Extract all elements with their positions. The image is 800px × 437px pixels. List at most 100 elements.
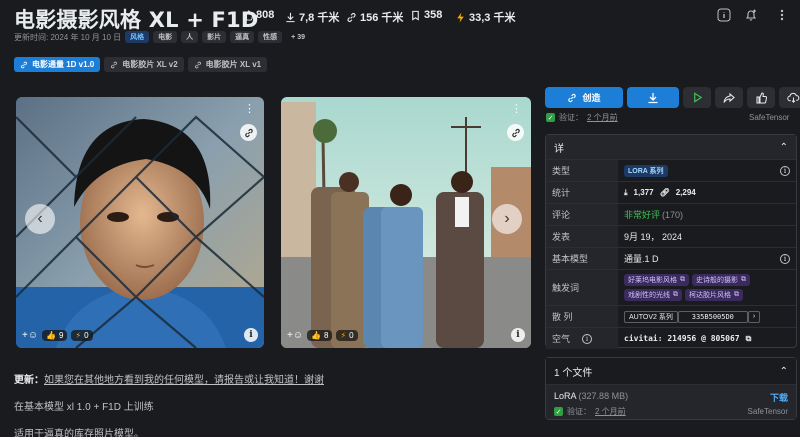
likes-stat[interactable]: 808	[242, 9, 274, 21]
link-icon	[511, 128, 520, 137]
copy-icon[interactable]: ⧉	[746, 334, 752, 344]
file-verified-label: 验证：	[567, 407, 591, 416]
bolt-icon	[457, 11, 464, 23]
reviews-value[interactable]: 非常好评	[624, 208, 660, 221]
chevron-right-icon[interactable]: ›	[747, 310, 761, 323]
stats-links: 2,294	[675, 188, 696, 197]
like-reaction[interactable]: 👍 8	[307, 330, 333, 341]
file-verified-time[interactable]: 2 个月前	[595, 406, 626, 417]
stats-label: 统计	[546, 182, 618, 203]
info-icon[interactable]: i	[582, 333, 593, 344]
card-link-button[interactable]	[507, 124, 524, 141]
downloads-stat[interactable]: 7,8 千米	[285, 9, 339, 25]
links-count: 156 千米	[360, 12, 404, 24]
add-reaction-icon[interactable]: +☺	[287, 330, 303, 341]
info-button[interactable]	[714, 5, 734, 25]
tag-chip[interactable]: 风格	[125, 31, 150, 43]
like-count: 8	[324, 331, 329, 340]
notify-button[interactable]	[741, 5, 761, 25]
card-info-button[interactable]: i	[511, 328, 525, 342]
create-label: 创造	[582, 93, 601, 103]
tag-chip[interactable]: 性感	[258, 31, 283, 43]
card-link-button[interactable]	[240, 124, 257, 141]
file-size: (327.88 MB)	[578, 391, 629, 401]
type-badge: LORA 系列	[624, 164, 668, 177]
download-button[interactable]	[627, 87, 679, 108]
meta-row: 更新时间: 2024 年 10 月 10 日 风格 电影 人 影片 逼真 性感 …	[14, 31, 310, 43]
link-icon	[111, 61, 118, 68]
link-icon	[194, 61, 201, 68]
copy-icon: ⧉	[741, 276, 746, 283]
bookmarks-count: 358	[424, 9, 443, 21]
trigger-chip[interactable]: 戏剧性的光线 ⧉	[624, 289, 682, 301]
card-info-button[interactable]: i	[244, 328, 258, 342]
detail-row-hash: 散 列 AUTOV2 系列 335B5005D0 ›	[546, 305, 796, 327]
thumbs-up-icon	[756, 91, 767, 103]
cloud-save-button[interactable]	[779, 87, 800, 108]
more-tags-chip[interactable]: + 39	[286, 33, 310, 42]
tag-chip[interactable]: 人	[181, 31, 199, 43]
more-menu-button[interactable]	[772, 5, 792, 25]
trigger-chip[interactable]: 柯达胶片风格 ⧉	[685, 289, 743, 301]
link-icon	[21, 61, 27, 68]
detail-row-stats: 统计 ⤓ 1,377 🔗︎ 2,294	[546, 181, 796, 203]
create-button[interactable]: 创造	[545, 87, 623, 108]
bookmarks-stat[interactable]: 358	[410, 9, 442, 21]
reviews-label: 评论	[546, 204, 618, 225]
file-download-link[interactable]: 下载	[770, 391, 788, 404]
share-button[interactable]	[715, 87, 743, 108]
info-icon[interactable]: i	[780, 253, 790, 264]
trigger-chip[interactable]: 史诗般的摄影 ⧉	[692, 274, 750, 286]
safetensor-label: SafeTensor	[749, 113, 790, 122]
hash-type-select[interactable]: AUTOV2 系列	[624, 310, 678, 323]
buzz-stat[interactable]: 33,3 千米	[455, 9, 515, 25]
gallery-next-button[interactable]: ›	[492, 204, 522, 234]
card-menu-button[interactable]: ⋮	[244, 104, 255, 115]
add-reaction-icon[interactable]: +☺	[22, 330, 38, 341]
card-reactions: +☺ 👍 9 ⚡ 0	[22, 330, 93, 341]
version-tab-xl-v2[interactable]: 电影胶片 XL v2	[104, 57, 184, 72]
buzz-count: 0	[349, 331, 354, 340]
detail-row-reviews: 评论 非常好评 (170)	[546, 203, 796, 225]
action-row: 创造	[545, 87, 800, 108]
tag-chip[interactable]: 逼真	[230, 31, 255, 43]
like-reaction[interactable]: 👍 9	[42, 330, 68, 341]
links-stat[interactable]: 156 千米	[346, 9, 403, 25]
air-label: 空气	[552, 334, 571, 344]
likes-count: 808	[256, 9, 275, 21]
tag-chip[interactable]: 电影	[153, 31, 178, 43]
hash-value[interactable]: 335B5005D0	[677, 310, 748, 323]
version-tab-xl-v1[interactable]: 电影胶片 XL v1	[187, 57, 268, 72]
play-button[interactable]	[683, 87, 711, 108]
details-header[interactable]: 详 ⌃	[546, 135, 796, 159]
like-button[interactable]	[747, 87, 775, 108]
base-model-value: 通量.1 D	[624, 254, 659, 264]
buzz-reaction[interactable]: ⚡ 0	[71, 330, 93, 341]
file-row: LoRA (327.88 MB) 下载 ✓ 验证： 2 个月前 SafeTens…	[546, 384, 796, 419]
download-icon	[648, 92, 658, 103]
detail-row-air: 空气 i civitai: 214956 @ 805067 ⧉	[546, 327, 796, 349]
verified-time[interactable]: 2 个月前	[587, 112, 618, 123]
copy-icon: ⧉	[734, 291, 739, 298]
stats-downloads: 1,377	[633, 188, 654, 197]
info-icon[interactable]: i	[780, 165, 790, 176]
gallery-prev-button[interactable]: ‹	[25, 204, 55, 234]
copy-icon: ⧉	[680, 276, 685, 283]
file-name-row: LoRA (327.88 MB)	[554, 391, 628, 401]
trigger-chip[interactable]: 好莱坞电影风格 ⧉	[624, 274, 689, 286]
tag-chip[interactable]: 影片	[202, 31, 227, 43]
buzz-reaction[interactable]: ⚡ 0	[336, 330, 358, 341]
link-icon: 🔗︎	[659, 188, 670, 197]
version-label: 电影胶片 XL v1	[205, 60, 262, 69]
type-label: 类型	[546, 160, 618, 181]
files-header[interactable]: 1 个文件 ⌃	[546, 358, 796, 384]
version-label: 电影胶片 XL v2	[122, 60, 178, 69]
version-label: 电影通量 1D v1.0	[32, 60, 95, 69]
card-menu-button[interactable]: ⋮	[511, 104, 522, 115]
published-label: 发表	[546, 226, 618, 247]
report-link[interactable]: 如果您在其他地方看到我的任何模型，请报告或让我知道！谢谢	[44, 375, 324, 386]
downloads-count: 7,8 千米	[299, 12, 340, 24]
version-tab-flux[interactable]: 电影通量 1D v1.0	[14, 57, 101, 72]
buzz-count: 0	[84, 331, 89, 340]
bookmark-icon	[412, 10, 419, 21]
